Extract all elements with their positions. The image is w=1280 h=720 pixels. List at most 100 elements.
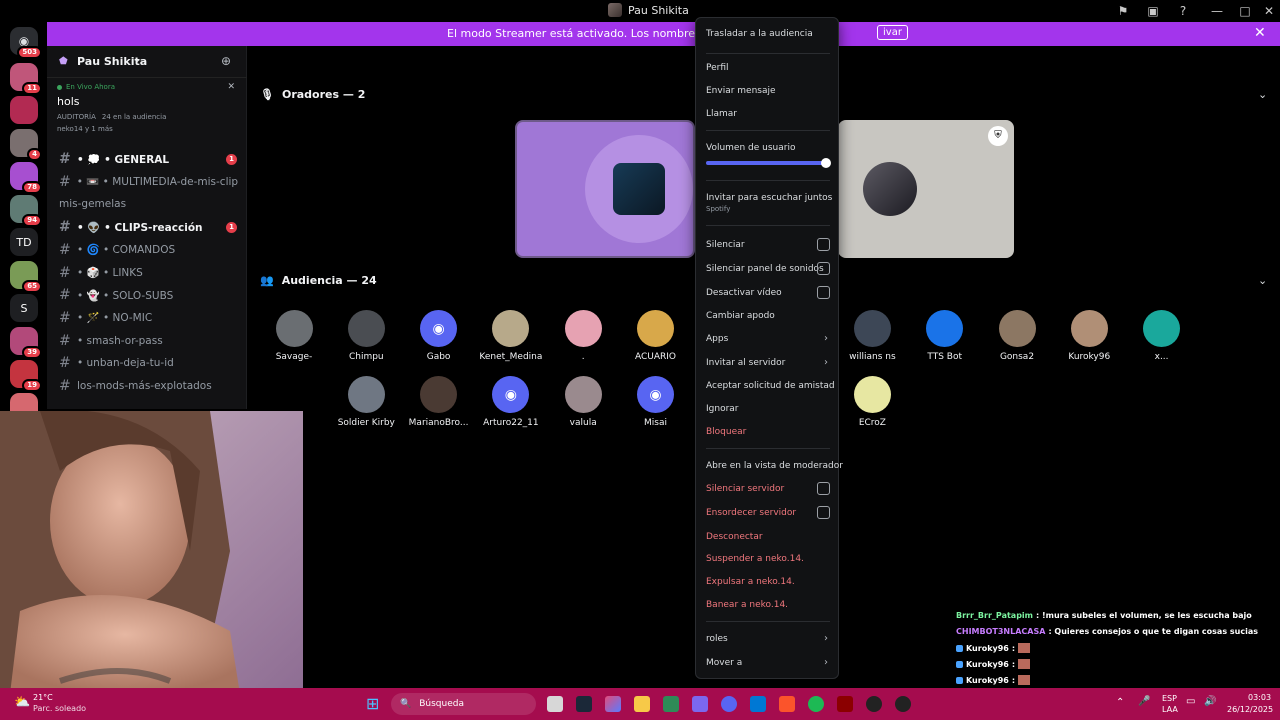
channel-item[interactable]: # • 📼 • MULTIMEDIA-de-mis-clip... (59, 172, 239, 192)
channel-item[interactable]: # • smash-or-pass (59, 331, 239, 351)
teams-icon[interactable] (692, 696, 708, 712)
menu-disconnect[interactable]: Desconectar (706, 532, 830, 542)
mail-icon[interactable] (750, 696, 766, 712)
menu-server-deafen[interactable]: Ensordecer servidor (706, 506, 830, 519)
stage-card[interactable]: En Vivo Ahora hols AUDITORÍA 24 en la au… (57, 82, 239, 149)
discord-taskbar-icon[interactable] (721, 696, 737, 712)
app-icon[interactable] (837, 696, 853, 712)
server-header[interactable]: ⬟ Pau Shikita ⌄ ⊕ (47, 46, 247, 78)
audience-member[interactable]: Kuroky96 (1053, 310, 1125, 362)
server-icon[interactable]: 39 (10, 327, 42, 359)
server-icon[interactable]: 78 (10, 162, 42, 194)
server-icon[interactable] (10, 96, 38, 124)
menu-change-nickname[interactable]: Cambiar apodo (706, 311, 830, 321)
minimize-button[interactable]: — (1204, 2, 1230, 20)
task-view-icon[interactable] (547, 696, 563, 712)
audience-member[interactable]: ◉ Misai (620, 376, 692, 428)
channel-item[interactable]: # • 🪄 • NO-MIC (59, 308, 239, 328)
menu-ban[interactable]: Banear a neko.14. (706, 600, 830, 610)
volume-slider[interactable] (706, 158, 831, 168)
start-button[interactable]: ⊞ (366, 694, 379, 713)
logitech-icon[interactable] (895, 696, 911, 712)
banner-deactivate-button[interactable]: ivar (877, 25, 908, 40)
network-icon[interactable]: ▭ (1186, 696, 1195, 707)
menu-ignore[interactable]: Ignorar (706, 404, 830, 414)
close-stage-icon[interactable]: ✕ (227, 82, 235, 92)
chevron-up-icon[interactable]: ⌃ (1116, 697, 1124, 708)
brave-icon[interactable] (779, 696, 795, 712)
audience-member[interactable]: Chimpu (330, 310, 402, 362)
audience-member[interactable]: ◉ Arturo22_11 (475, 376, 547, 428)
lang-secondary[interactable]: LAA (1162, 705, 1178, 714)
menu-move-to-audience[interactable]: Trasladar a la audiencia (706, 29, 830, 39)
server-deafen-checkbox[interactable] (817, 506, 830, 519)
close-window-button[interactable]: ✕ (1256, 2, 1280, 20)
screen-share-icon[interactable]: ▣ (1140, 2, 1166, 20)
inbox-icon[interactable]: ⚑ (1110, 2, 1136, 20)
audience-member[interactable]: ACUARIO (620, 310, 692, 362)
menu-move-to[interactable]: Mover a › (706, 657, 830, 668)
menu-send-message[interactable]: Enviar mensaje (706, 86, 830, 96)
server-icon[interactable]: 19 (10, 360, 42, 392)
audience-member[interactable]: Gonsa2 (981, 310, 1053, 362)
audience-member[interactable]: ECroZ (836, 376, 908, 428)
channel-item[interactable]: # • 🌀 • COMANDOS (59, 240, 239, 260)
server-icon[interactable]: 4 (10, 129, 42, 161)
menu-timeout[interactable]: Suspender a neko.14. (706, 554, 830, 564)
menu-server-mute[interactable]: Silenciar servidor (706, 482, 830, 495)
server-icon[interactable]: S (10, 294, 38, 322)
audience-member[interactable]: . (547, 310, 619, 362)
banner-close-icon[interactable]: ✕ (1254, 25, 1266, 41)
audience-member[interactable]: valula (547, 376, 619, 428)
volume-icon[interactable]: 🔊 (1204, 696, 1216, 707)
menu-call[interactable]: Llamar (706, 109, 830, 119)
menu-profile[interactable]: Perfil (706, 63, 830, 73)
channel-item[interactable]: # • 🎲 • LINKS (59, 263, 239, 283)
audience-member[interactable]: TTS Bot (909, 310, 981, 362)
server-icon[interactable]: TD (10, 228, 38, 256)
taskbar-search[interactable]: 🔍 Búsqueda (391, 693, 536, 715)
audience-member[interactable]: Savage- (258, 310, 330, 362)
server-mute-checkbox[interactable] (817, 482, 830, 495)
clock-time[interactable]: 03:03 (1248, 693, 1271, 702)
channel-item[interactable]: # • unban-deja-tu-id (59, 353, 239, 373)
menu-moderator-view[interactable]: Abre en la vista de moderador (706, 461, 843, 471)
mute-soundboard-checkbox[interactable] (817, 262, 830, 275)
menu-disable-video[interactable]: Desactivar vídeo (706, 286, 830, 299)
file-explorer-icon[interactable] (634, 696, 650, 712)
server-icon[interactable]: 94 (10, 195, 42, 227)
server-icon[interactable]: 65 (10, 261, 42, 293)
channel-item[interactable]: # • 👻 • SOLO-SUBS (59, 285, 239, 305)
channel-item[interactable]: mis-gemelas (59, 194, 239, 214)
channel-item[interactable]: # • 💭 • GENERAL 1 (59, 149, 239, 169)
speaker-tile[interactable] (515, 120, 695, 258)
collapse-audience-icon[interactable]: ⌄ (1258, 274, 1267, 287)
menu-apps[interactable]: Apps › (706, 333, 830, 344)
audience-member[interactable]: willians ns (836, 310, 908, 362)
menu-kick[interactable]: Expulsar a neko.14. (706, 577, 830, 587)
server-icon[interactable]: 11 (10, 63, 42, 95)
menu-block[interactable]: Bloquear (706, 427, 830, 437)
menu-mute-soundboard[interactable]: Silenciar panel de sonidos (706, 262, 830, 275)
help-icon[interactable]: ? (1170, 2, 1196, 20)
clock-date[interactable]: 26/12/2025 (1227, 705, 1273, 714)
menu-mute[interactable]: Silenciar (706, 238, 830, 251)
audience-member[interactable]: Soldier Kirby (330, 376, 402, 428)
spotify-icon[interactable] (808, 696, 824, 712)
steam-icon[interactable] (576, 696, 592, 712)
collapse-speakers-icon[interactable]: ⌄ (1258, 88, 1267, 101)
audience-member[interactable]: Kenet_Medina (475, 310, 547, 362)
obs-icon[interactable] (866, 696, 882, 712)
home-button[interactable]: ◉ 503 (10, 27, 42, 59)
channel-item[interactable]: # • 👽 • CLIPS-reacción 1 (59, 217, 239, 237)
mute-checkbox[interactable] (817, 238, 830, 251)
microphone-tray-icon[interactable]: 🎤 (1138, 696, 1150, 707)
volume-slider-handle[interactable] (821, 158, 831, 168)
audience-member[interactable]: x... (1126, 310, 1198, 362)
menu-invite-server[interactable]: Invitar al servidor › (706, 357, 830, 368)
menu-roles[interactable]: roles › (706, 633, 830, 644)
maximize-button[interactable]: □ (1232, 2, 1258, 20)
menu-invite-listen[interactable]: Invitar para escuchar juntos Spotify (706, 193, 832, 213)
audience-member[interactable]: MarianoBro... (403, 376, 475, 428)
lang-primary[interactable]: ESP (1162, 694, 1177, 703)
